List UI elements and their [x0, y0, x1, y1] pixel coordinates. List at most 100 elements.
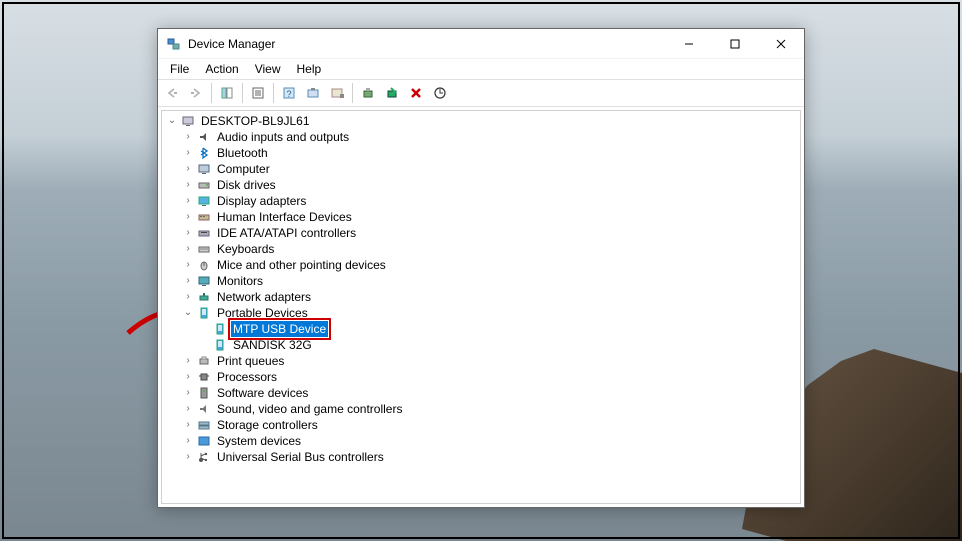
tree-item-label[interactable]: Portable Devices — [215, 305, 310, 321]
monitor-icon — [196, 273, 212, 289]
software-icon — [196, 385, 212, 401]
expand-icon[interactable]: › — [182, 289, 194, 305]
expand-icon[interactable]: › — [182, 273, 194, 289]
tree-item-label[interactable]: Mice and other pointing devices — [215, 257, 388, 273]
printer-icon — [196, 353, 212, 369]
expand-icon[interactable]: › — [182, 401, 194, 417]
tree-item-label[interactable]: Sound, video and game controllers — [215, 401, 404, 417]
disk-icon — [196, 177, 212, 193]
expand-icon[interactable]: › — [182, 369, 194, 385]
tree-item-label[interactable]: Processors — [215, 369, 279, 385]
tree-item-mtp-usb[interactable]: MTP USB Device — [166, 321, 796, 337]
tree-item-network[interactable]: › Network adapters — [166, 289, 796, 305]
toolbar-separator — [242, 83, 243, 103]
tree-item-ide[interactable]: › IDE ATA/ATAPI controllers — [166, 225, 796, 241]
tree-root[interactable]: ⌄ DESKTOP-BL9JL61 — [166, 113, 796, 129]
tree-item-label[interactable]: Computer — [215, 161, 272, 177]
tree-item-mice[interactable]: › Mice and other pointing devices — [166, 257, 796, 273]
expand-icon[interactable]: ⌄ — [166, 113, 178, 129]
tree-item-label[interactable]: Human Interface Devices — [215, 209, 354, 225]
tree-item-usb[interactable]: › Universal Serial Bus controllers — [166, 449, 796, 465]
tree-item-print[interactable]: › Print queues — [166, 353, 796, 369]
expand-icon[interactable]: › — [182, 257, 194, 273]
tree-item-label[interactable]: System devices — [215, 433, 303, 449]
app-icon — [166, 36, 182, 52]
mouse-icon — [196, 257, 212, 273]
tree-item-processors[interactable]: › Processors — [166, 369, 796, 385]
tree-item-display[interactable]: › Display adapters — [166, 193, 796, 209]
help-button[interactable]: ? — [278, 82, 300, 104]
expand-icon[interactable]: › — [182, 353, 194, 369]
tree-item-bluetooth[interactable]: › Bluetooth — [166, 145, 796, 161]
expand-icon[interactable]: › — [182, 193, 194, 209]
tree-item-label[interactable]: Network adapters — [215, 289, 313, 305]
portable-device-icon — [212, 321, 228, 337]
expand-icon[interactable]: › — [182, 177, 194, 193]
tree-item-audio[interactable]: › Audio inputs and outputs — [166, 129, 796, 145]
tree-item-label[interactable]: Print queues — [215, 353, 286, 369]
tree-item-storage[interactable]: › Storage controllers — [166, 417, 796, 433]
tree-item-label[interactable]: Keyboards — [215, 241, 276, 257]
scan-hardware-button[interactable] — [302, 82, 324, 104]
portable-device-icon — [196, 305, 212, 321]
close-button[interactable] — [758, 29, 804, 59]
system-icon — [196, 433, 212, 449]
tree-item-sandisk[interactable]: SANDISK 32G — [166, 337, 796, 353]
titlebar: Device Manager — [158, 29, 804, 59]
tree-item-label[interactable]: Disk drives — [215, 177, 278, 193]
tree-item-computer[interactable]: › Computer — [166, 161, 796, 177]
tree-item-label-selected[interactable]: MTP USB Device — [231, 321, 328, 337]
tree-item-label[interactable]: Software devices — [215, 385, 310, 401]
tree-item-system[interactable]: › System devices — [166, 433, 796, 449]
forward-button — [185, 82, 207, 104]
expand-icon[interactable]: › — [182, 145, 194, 161]
tree-item-label[interactable]: SANDISK 32G — [231, 337, 314, 353]
show-hide-tree-button[interactable] — [216, 82, 238, 104]
toolbar-separator — [352, 83, 353, 103]
menu-help[interactable]: Help — [289, 61, 330, 77]
toolbar: ? — [158, 79, 804, 107]
tree-item-keyboards[interactable]: › Keyboards — [166, 241, 796, 257]
expand-icon[interactable]: › — [182, 161, 194, 177]
expand-icon[interactable]: › — [182, 129, 194, 145]
menu-view[interactable]: View — [247, 61, 289, 77]
network-icon — [196, 289, 212, 305]
tree-item-label[interactable]: Storage controllers — [215, 417, 320, 433]
tree-item-label[interactable]: Display adapters — [215, 193, 308, 209]
tree-item-monitors[interactable]: › Monitors — [166, 273, 796, 289]
tree-item-software[interactable]: › Software devices — [166, 385, 796, 401]
enable-device-button[interactable] — [357, 82, 379, 104]
expand-icon[interactable]: › — [182, 241, 194, 257]
disable-device-button[interactable] — [381, 82, 403, 104]
uninstall-device-button[interactable] — [405, 82, 427, 104]
menu-file[interactable]: File — [162, 61, 197, 77]
tree-item-sound[interactable]: › Sound, video and game controllers — [166, 401, 796, 417]
window-title: Device Manager — [188, 37, 275, 51]
expand-icon[interactable]: › — [182, 225, 194, 241]
hid-icon — [196, 209, 212, 225]
expand-icon[interactable]: › — [182, 209, 194, 225]
tree-item-label[interactable]: Bluetooth — [215, 145, 270, 161]
expand-icon[interactable]: › — [182, 449, 194, 465]
expand-icon[interactable]: › — [182, 385, 194, 401]
properties-button[interactable] — [247, 82, 269, 104]
expand-icon[interactable]: › — [182, 417, 194, 433]
tree-item-label[interactable]: IDE ATA/ATAPI controllers — [215, 225, 358, 241]
tree-root-label[interactable]: DESKTOP-BL9JL61 — [199, 113, 312, 129]
tree-item-label[interactable]: Audio inputs and outputs — [215, 129, 351, 145]
update-driver-button[interactable] — [326, 82, 348, 104]
scan-hardware-changes-button[interactable] — [429, 82, 451, 104]
tree-item-label[interactable]: Universal Serial Bus controllers — [215, 449, 386, 465]
collapse-icon[interactable]: ⌄ — [182, 305, 194, 321]
device-tree[interactable]: ⌄ DESKTOP-BL9JL61 › Audio inputs and out… — [161, 110, 801, 504]
tree-item-hid[interactable]: › Human Interface Devices — [166, 209, 796, 225]
menu-action[interactable]: Action — [197, 61, 246, 77]
expand-icon[interactable]: › — [182, 433, 194, 449]
audio-icon — [196, 129, 212, 145]
tree-item-disk[interactable]: › Disk drives — [166, 177, 796, 193]
tree-item-portable[interactable]: ⌄ Portable Devices — [166, 305, 796, 321]
tree-item-label[interactable]: Monitors — [215, 273, 265, 289]
maximize-button[interactable] — [712, 29, 758, 59]
svg-text:?: ? — [286, 89, 291, 99]
minimize-button[interactable] — [666, 29, 712, 59]
